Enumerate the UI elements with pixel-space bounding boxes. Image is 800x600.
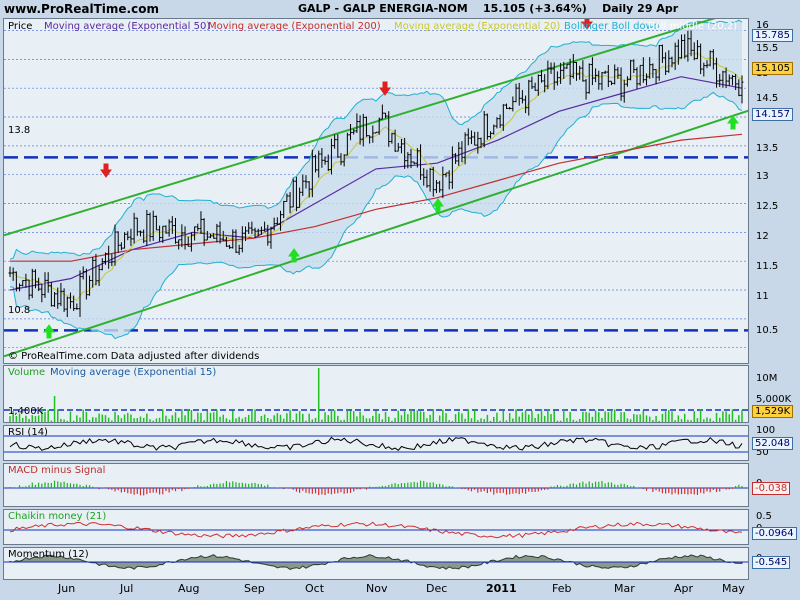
header: www.ProRealTime.com GALP - GALP ENERGIA-… — [0, 0, 800, 18]
buy-arrow-icon — [727, 115, 739, 130]
tick-11: 11 — [756, 291, 769, 302]
chaikin-label: Chaikin money (21) — [8, 511, 107, 522]
tick-12-5: 12.5 — [756, 201, 779, 212]
momentum-flag: -0.545 — [752, 556, 791, 569]
momentum-label: Momentum (12) — [8, 549, 89, 560]
month-aug: Aug — [178, 582, 200, 595]
legend-ema20: Moving average (Exponential 20) — [394, 21, 561, 32]
rsi-panel[interactable]: RSI (14) — [3, 425, 749, 461]
volume-panel[interactable]: Volume Moving average (Exponential 15) 1… — [3, 365, 749, 423]
tick-12: 12 — [756, 231, 769, 242]
month-feb: Feb — [552, 582, 572, 595]
macd-label: MACD minus Signal — [8, 465, 106, 476]
rsi-chart[interactable] — [4, 426, 749, 461]
tick-10m: 10M — [756, 373, 778, 384]
price-panel[interactable]: Price Moving average (Exponential 50) Mo… — [3, 18, 749, 364]
level-label-13-8: 13.8 — [8, 125, 31, 136]
price-label: Price — [8, 21, 33, 32]
month-jun: Jun — [58, 582, 76, 595]
legend-boll-middle: Boll middle (20,2) — [648, 21, 738, 32]
tick-13-5: 13.5 — [756, 143, 779, 154]
tick-0-5: 0.5 — [756, 511, 772, 522]
chaikin-panel[interactable]: Chaikin money (21) — [3, 509, 749, 545]
legend-ema50: Moving average (Exponential 50) — [44, 21, 211, 32]
boll-up-flag: 15.785 — [752, 29, 793, 42]
month-dec: Dec — [426, 582, 448, 595]
symbol-name: GALP - GALP ENERGIA-NOM — [298, 2, 468, 15]
tick-5000k: 5,000K — [756, 394, 792, 405]
macd-chart[interactable] — [4, 464, 749, 507]
legend-boll-down: Bollinger Boll down — [564, 21, 661, 32]
month-mar: Mar — [614, 582, 635, 595]
chaikin-chart[interactable] — [4, 510, 749, 545]
volume-ma-label: Moving average (Exponential 15) — [50, 367, 217, 378]
rsi-flag: 52.048 — [752, 437, 793, 450]
month-2011: 2011 — [486, 582, 517, 595]
month-may: May — [722, 582, 745, 595]
momentum-chart[interactable] — [4, 548, 749, 580]
volume-level-label: 1,400K — [8, 406, 44, 417]
month-jul: Jul — [120, 582, 134, 595]
last-price: 15.105 (+3.64%) — [483, 2, 587, 15]
price-chart[interactable] — [4, 19, 749, 364]
macd-flag: -0.038 — [752, 482, 791, 495]
brand-name[interactable]: www.ProRealTime.com — [4, 2, 159, 16]
momentum-panel[interactable]: Momentum (12) — [3, 547, 749, 580]
price-flag: 15.105 — [752, 62, 793, 75]
bollinger-band-fill — [10, 20, 742, 339]
period-label: Daily 29 Apr — [602, 2, 679, 15]
month-oct: Oct — [305, 582, 325, 595]
tick-14-5: 14.5 — [756, 93, 779, 104]
tick-100: 100 — [756, 425, 776, 436]
level-label-10-8: 10.8 — [8, 305, 31, 316]
legend-ema200: Moving average (Exponential 200) — [208, 21, 381, 32]
month-apr: Apr — [674, 582, 694, 595]
tick-11-5: 11.5 — [756, 261, 779, 272]
month-sep: Sep — [244, 582, 265, 595]
tick-15-5: 15.5 — [756, 43, 779, 54]
volume-flag: 1,529K — [752, 405, 794, 418]
chart-title: GALP - GALP ENERGIA-NOM 15.105 (+3.64%) … — [298, 2, 678, 15]
month-nov: Nov — [366, 582, 388, 595]
sell-arrow-icon — [100, 163, 112, 178]
rsi-label: RSI (14) — [8, 427, 48, 438]
tick-13: 13 — [756, 171, 769, 182]
rsi-line — [9, 436, 743, 451]
chaikin-flag: -0.0964 — [752, 527, 797, 540]
boll-down-flag: 14.157 — [752, 108, 793, 121]
volume-label: Volume — [8, 367, 46, 378]
macd-panel[interactable]: MACD minus Signal — [3, 463, 749, 507]
buy-arrow-icon — [43, 324, 55, 339]
copyright-note: © ProRealTime.com Data adjusted after di… — [8, 351, 260, 362]
tick-10-5: 10.5 — [756, 325, 779, 336]
